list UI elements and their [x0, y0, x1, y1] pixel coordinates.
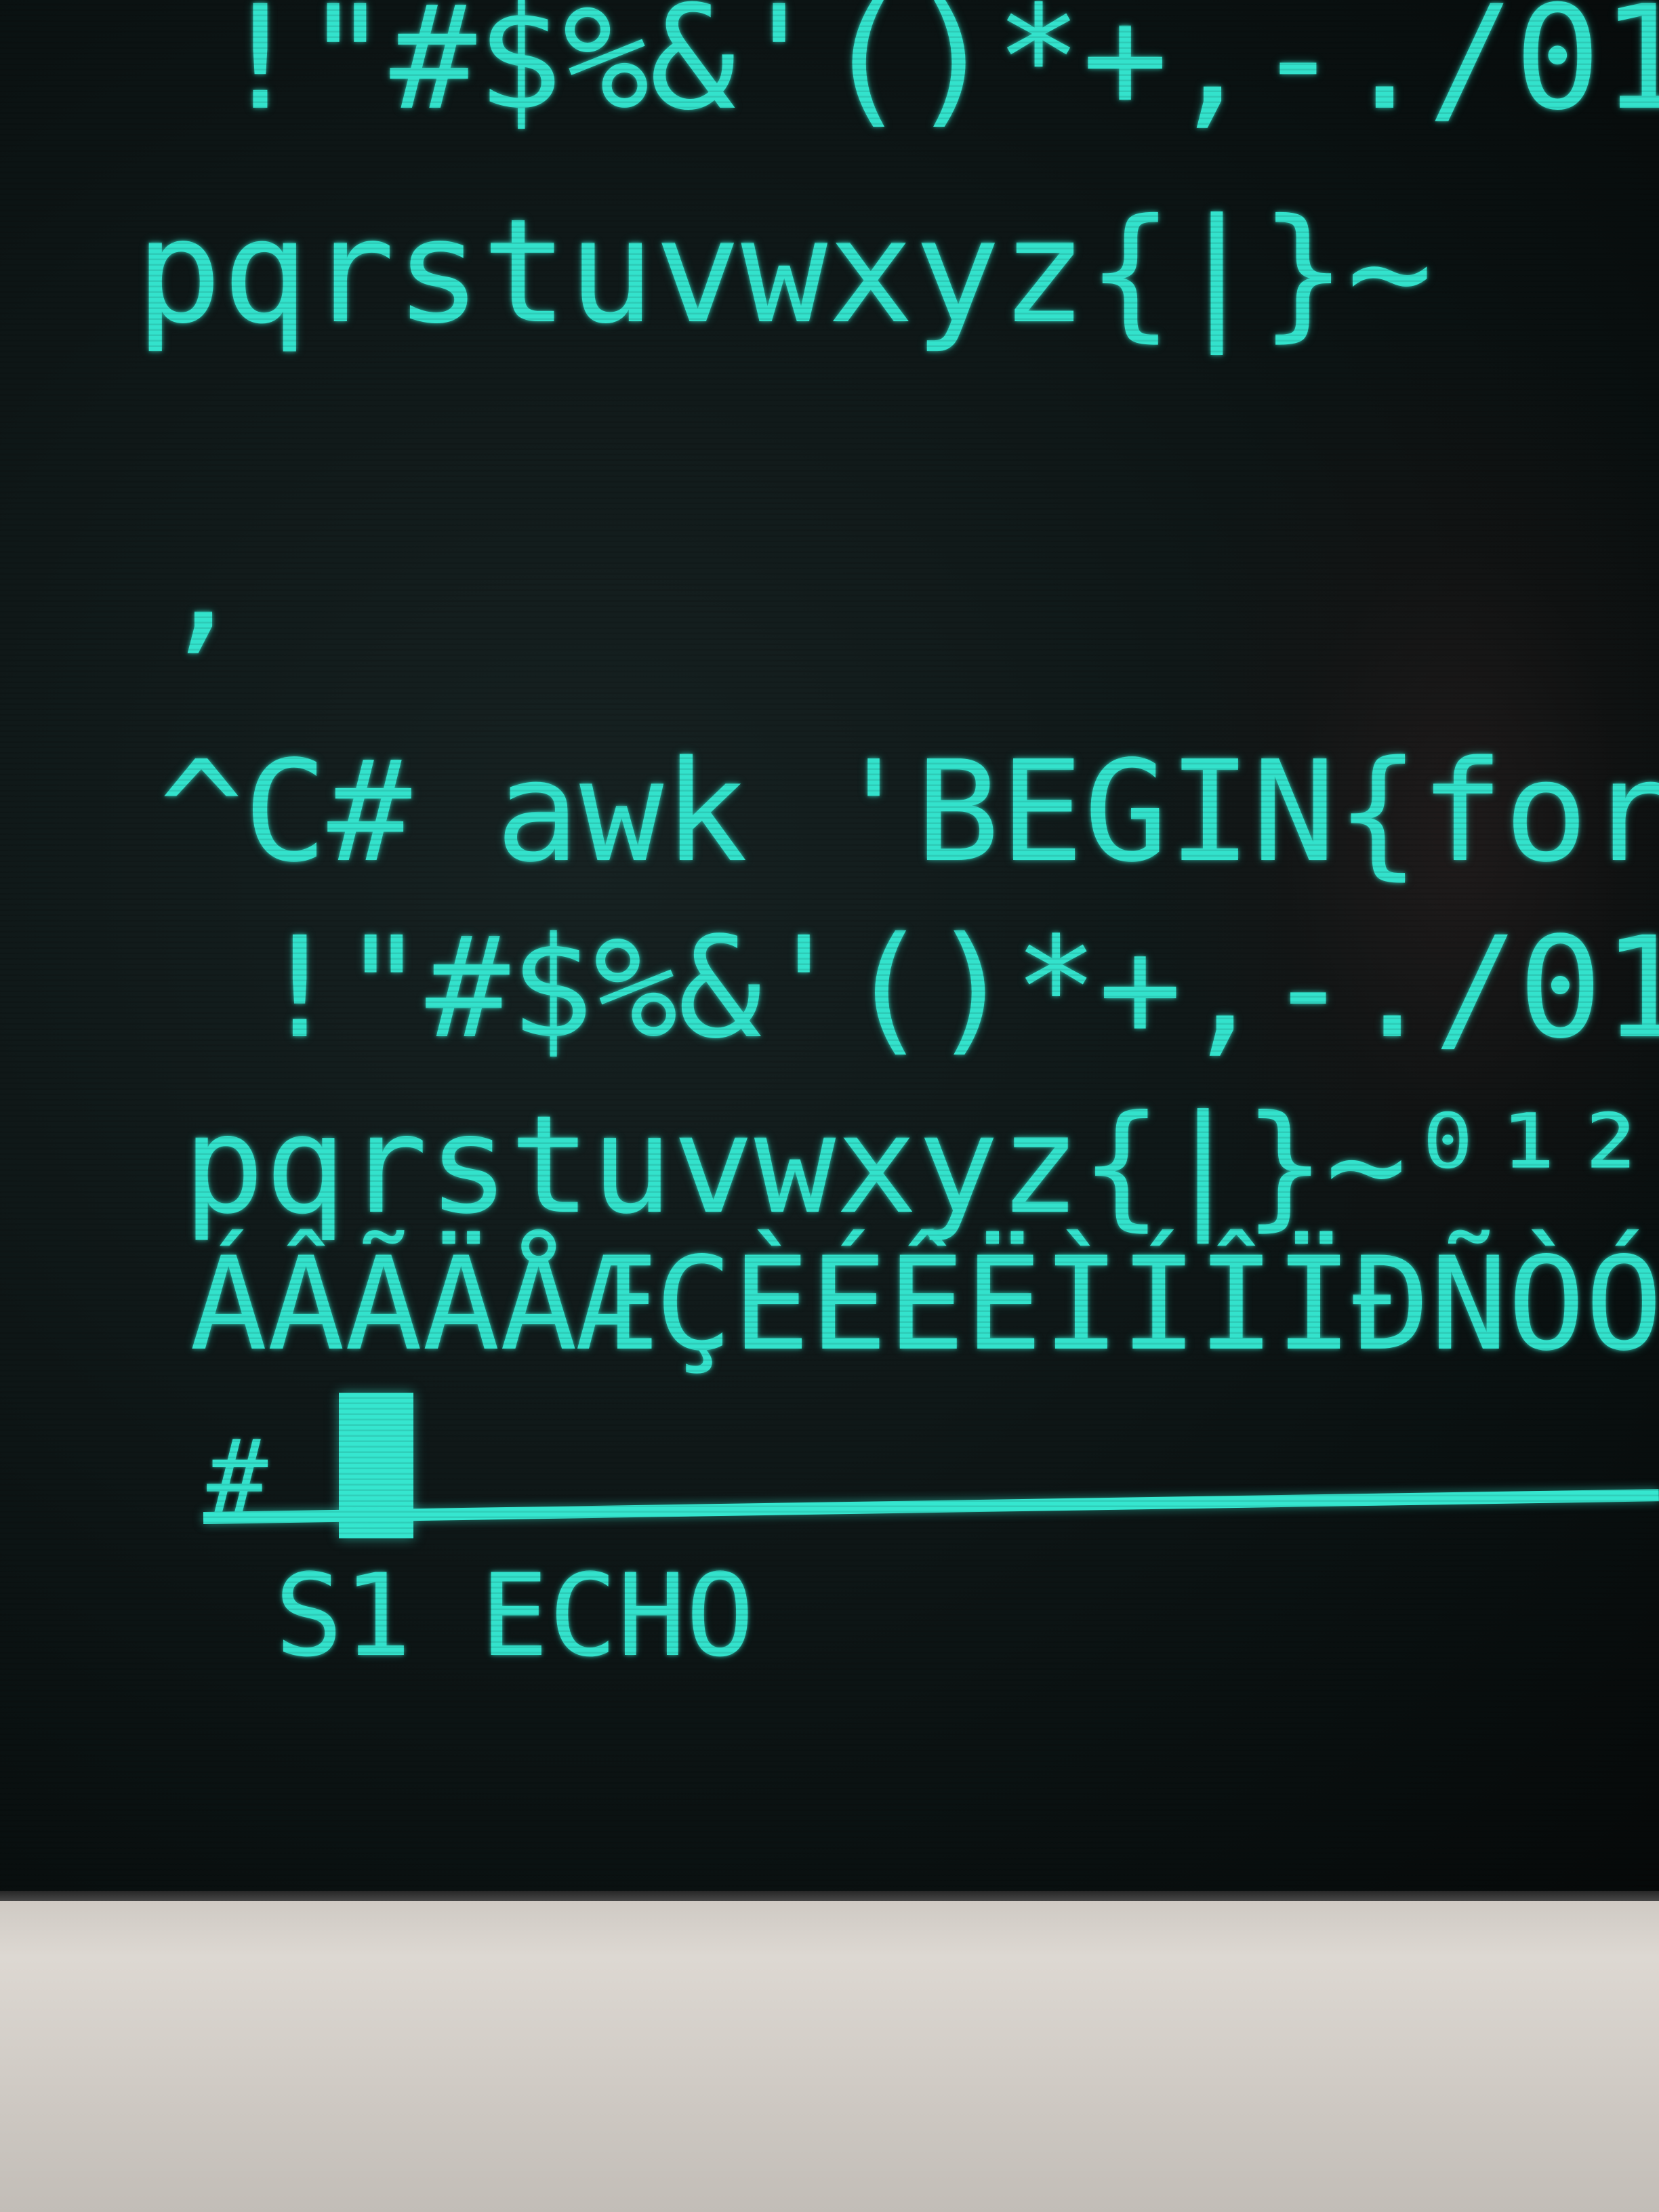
- terminal-line-latin1: ÁÂÃÄÅÆÇÈÉÊËÌÍÎÏÐÑÒÓÔÕ: [190, 1229, 1659, 1379]
- terminal-line-comma: ,: [159, 499, 246, 667]
- terminal-line-ascii-symbols: !"#$%&'()*+,-./0123: [217, 0, 1659, 142]
- terminal-line-lowercase: pqrstuvwxyz{|}~: [136, 188, 1433, 355]
- terminal-line-lowercase-2: pqrstuvwxyz{|}~⁰¹²³⁴⁵: [183, 1086, 1659, 1244]
- terminal-line-awk-command: ^C# awk 'BEGIN{for(i=: [159, 731, 1659, 893]
- status-divider: [203, 1489, 1659, 1524]
- crt-screen: !"#$%&'()*+,-./0123 pqrstuvwxyz{|}~ , ^C…: [0, 0, 1659, 1911]
- status-indicator: S1 ECHO: [274, 1549, 755, 1682]
- terminal-line-ascii-symbols-2: !"#$%&'()*+,-./01234: [258, 907, 1659, 1069]
- monitor-bezel: [0, 1901, 1659, 2212]
